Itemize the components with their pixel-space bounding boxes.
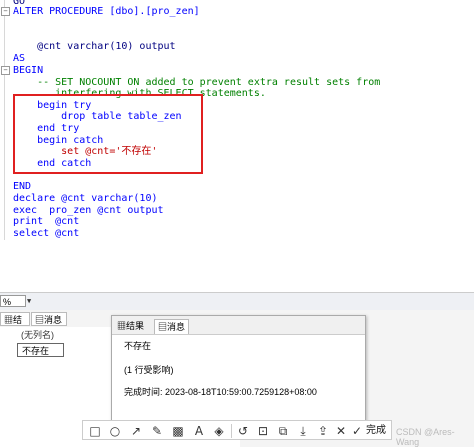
code-line-param: @cnt varchar(10) output (13, 41, 176, 52)
mosaic-icon[interactable]: ▩ (170, 423, 186, 439)
completion-time-text: 完成时间: 2023-08-18T10:59:00.7259128+08:00 (124, 387, 317, 397)
fold-toggle-icon[interactable]: − (1, 7, 10, 16)
ocr-icon[interactable]: ⊡ (255, 423, 271, 439)
message-icon: ▤ (35, 315, 45, 325)
close-icon[interactable]: ✕ (333, 423, 349, 439)
sticker-icon[interactable]: ◈ (211, 423, 227, 439)
column-header: (无列名) (21, 330, 54, 340)
sql-editor[interactable]: GO − ALTER PROCEDURE [dbo].[pro_zen] @cn… (0, 0, 474, 292)
circle-icon[interactable]: ○ (107, 423, 123, 439)
rows-affected-text: (1 行受影响) (124, 365, 174, 375)
popup-tabs: ▦结果 ▤消息 (112, 316, 365, 335)
message-text: 不存在 (124, 341, 152, 351)
arrow-icon[interactable]: ↗ (128, 423, 144, 439)
done-button[interactable]: 完成 (366, 423, 386, 439)
code-comment: -- SET NOCOUNT ON added to prevent extra… (13, 77, 381, 88)
code-line-end: END (13, 181, 32, 192)
watermark: CSDN @Ares-Wang (396, 427, 455, 447)
fold-gutter (4, 0, 5, 240)
share-icon[interactable]: ⇪ (315, 423, 331, 439)
pen-icon[interactable]: ✎ (149, 423, 165, 439)
grid-icon: ▦ (117, 321, 127, 331)
check-icon[interactable]: ✓ (349, 423, 365, 439)
toolbar-divider (231, 424, 232, 438)
pin-icon[interactable]: ⧉ (275, 423, 291, 439)
message-icon: ▤ (158, 322, 168, 332)
code-line-exec: exec pro_zen @cnt output (13, 205, 164, 216)
code-line-declare: declare @cnt varchar(10) (13, 193, 158, 204)
code-line-alter-procedure: ALTER PROCEDURE [dbo].[pro_zen] (13, 6, 200, 17)
rectangle-icon[interactable]: □ (87, 423, 103, 439)
code-line-begin: BEGIN (13, 65, 44, 76)
result-cell[interactable]: 不存在 (17, 343, 64, 357)
tab-results[interactable]: ▦结果 (0, 312, 30, 339)
undo-icon[interactable]: ↺ (235, 423, 251, 439)
messages-popup: ▦结果 ▤消息 不存在 (1 行受影响) 完成时间: 2023-08-18T10… (111, 315, 366, 424)
code-line-as: AS (13, 53, 26, 64)
code-line-print: print @cnt (13, 216, 80, 227)
status-strip (0, 292, 474, 311)
popup-tab-messages[interactable]: ▤消息 (154, 319, 190, 334)
screenshot-toolbar: □ ○ ↗ ✎ ▩ A ◈ ↺ ⊡ ⧉ ⤓ ⇪ ✕ ✓ 完成 (82, 420, 392, 440)
grid-icon: ▦ (4, 315, 14, 325)
download-icon[interactable]: ⤓ (295, 423, 311, 439)
code-line-select: select @cnt (13, 228, 80, 239)
tab-messages[interactable]: ▤消息 (31, 312, 67, 326)
chevron-down-icon[interactable]: ▼ (27, 297, 31, 305)
zoom-select[interactable]: % (0, 295, 26, 307)
fold-toggle-icon[interactable]: − (1, 66, 10, 75)
highlight-box (13, 94, 203, 174)
text-icon[interactable]: A (191, 423, 207, 439)
popup-tab-results[interactable]: ▦结果 (114, 319, 147, 334)
